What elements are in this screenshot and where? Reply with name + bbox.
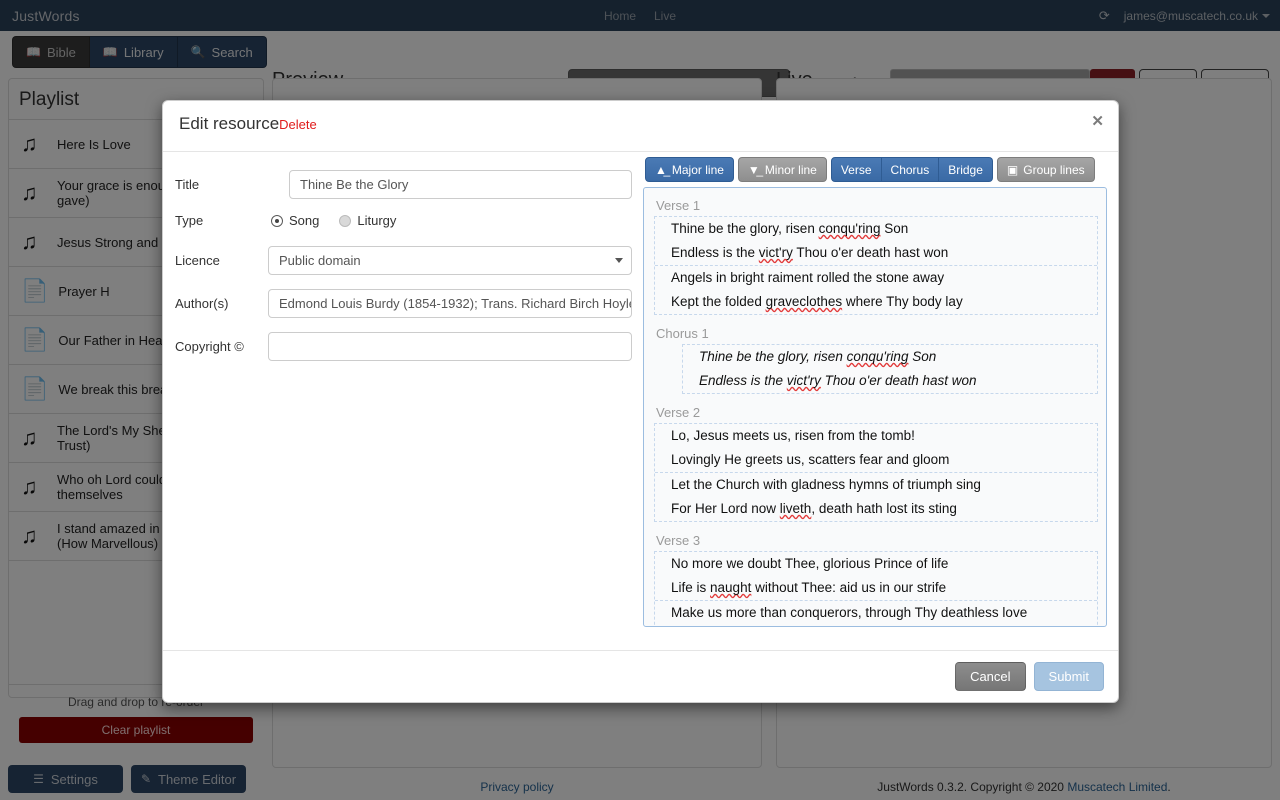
licence-select-value: Public domain	[279, 253, 361, 268]
group-lines-icon: ▣	[1006, 162, 1019, 177]
lyric-line[interactable]: Angels in bright raiment rolled the ston…	[655, 266, 1097, 290]
lyric-editor: ▲̲ Major line ▼̲ Minor line Verse Chorus…	[643, 152, 1109, 627]
chorus-button[interactable]: Chorus	[881, 157, 940, 182]
lyric-line[interactable]: Thine be the glory, risen conqu'ring Son	[683, 345, 1097, 369]
lyric-line[interactable]: Endless is the vict'ry Thou o'er death h…	[655, 241, 1097, 265]
author-input[interactable]: Edmond Louis Burdy (1854-1932); Trans. R…	[268, 289, 632, 318]
group-lines-label: Group lines	[1023, 162, 1085, 177]
lyric-line[interactable]: Make us more than conquerors, through Th…	[655, 601, 1097, 625]
line-group[interactable]: Lo, Jesus meets us, risen from the tomb!…	[655, 424, 1097, 473]
lyric-line[interactable]: For Her Lord now liveth, death hath lost…	[655, 497, 1097, 521]
bridge-button[interactable]: Bridge	[939, 157, 993, 182]
licence-row: Licence Public domain	[163, 246, 643, 275]
modal-body: Title Thine Be the Glory Type Song Litur…	[163, 152, 1118, 652]
licence-select[interactable]: Public domain	[268, 246, 632, 275]
lyric-line[interactable]: Life is naught without Thee: aid us in o…	[655, 576, 1097, 600]
verse-button[interactable]: Verse	[830, 157, 882, 182]
type-label: Type	[175, 213, 204, 228]
author-label: Author(s)	[175, 296, 229, 311]
lyric-line[interactable]: Endless is the vict'ry Thou o'er death h…	[683, 369, 1097, 393]
radio-liturgy-label: Liturgy	[357, 213, 397, 228]
lyric-line[interactable]: Lovingly He greets us, scatters fear and…	[655, 448, 1097, 472]
section-block[interactable]: Thine be the glory, risen conqu'ring Son…	[682, 344, 1098, 394]
type-row: Type Song Liturgy	[163, 213, 643, 228]
lyric-section: Verse 2 Lo, Jesus meets us, risen from t…	[654, 405, 1098, 522]
arrow-down-to-line-icon: ▼̲	[747, 162, 760, 177]
lyric-section: Verse 3 No more we doubt Thee, glorious …	[654, 533, 1098, 626]
section-label: Verse 3	[656, 533, 701, 548]
type-radio-group: Song Liturgy	[271, 213, 408, 228]
group-lines-button[interactable]: ▣ Group lines	[996, 157, 1095, 182]
section-label: Verse 2	[656, 405, 701, 420]
major-line-label: Major line	[671, 162, 724, 177]
edit-resource-modal: Edit resourceDelete ✕ Title Thine Be the…	[162, 100, 1119, 703]
close-icon[interactable]: ✕	[1091, 114, 1104, 129]
licence-label: Licence	[175, 253, 220, 268]
line-group[interactable]: Angels in bright raiment rolled the ston…	[655, 266, 1097, 314]
resource-form: Title Thine Be the Glory Type Song Litur…	[163, 152, 643, 375]
minor-line-button[interactable]: ▼̲ Minor line	[737, 157, 827, 182]
radio-song-input[interactable]	[271, 214, 283, 227]
chevron-down-icon	[615, 258, 623, 263]
copyright-label: Copyright ©	[175, 339, 244, 354]
section-label: Chorus 1	[656, 326, 709, 341]
delete-link[interactable]: Delete	[279, 117, 317, 132]
minor-line-label: Minor line	[764, 162, 817, 177]
author-row: Author(s) Edmond Louis Burdy (1854-1932)…	[163, 289, 643, 318]
line-group[interactable]: Thine be the glory, risen conqu'ring Son…	[683, 345, 1097, 393]
line-group[interactable]: Thine be the glory, risen conqu'ring Son…	[655, 217, 1097, 266]
lyric-content[interactable]: Verse 1 Thine be the glory, risen conqu'…	[643, 187, 1107, 627]
radio-liturgy[interactable]: Liturgy	[339, 213, 396, 228]
copyright-row: Copyright ©	[163, 332, 643, 361]
line-group[interactable]: Let the Church with gladness hymns of tr…	[655, 473, 1097, 521]
cancel-button[interactable]: Cancel	[955, 662, 1026, 691]
section-block[interactable]: No more we doubt Thee, glorious Prince o…	[654, 551, 1098, 626]
lyric-toolbar: ▲̲ Major line ▼̲ Minor line Verse Chorus…	[643, 157, 1109, 182]
line-group[interactable]: No more we doubt Thee, glorious Prince o…	[655, 552, 1097, 601]
line-group[interactable]: Make us more than conquerors, through Th…	[655, 601, 1097, 626]
title-label: Title	[175, 177, 200, 192]
section-block[interactable]: Thine be the glory, risen conqu'ring Son…	[654, 216, 1098, 315]
submit-button[interactable]: Submit	[1033, 662, 1104, 691]
radio-song-label: Song	[289, 213, 320, 228]
modal-footer: Cancel Submit	[163, 650, 1118, 702]
lyric-section: Verse 1 Thine be the glory, risen conqu'…	[654, 198, 1098, 315]
lyric-section: Chorus 1 Thine be the glory, risen conqu…	[654, 326, 1098, 394]
section-label: Verse 1	[656, 198, 701, 213]
modal-header: Edit resourceDelete ✕	[163, 101, 1118, 152]
title-row: Title Thine Be the Glory	[163, 170, 643, 199]
lyric-line[interactable]: Let the Church with gladness hymns of tr…	[655, 473, 1097, 497]
radio-song[interactable]: Song	[271, 213, 319, 228]
section-button-group: Verse Chorus Bridge	[830, 157, 993, 182]
title-input[interactable]: Thine Be the Glory	[289, 170, 632, 199]
radio-liturgy-input[interactable]	[339, 214, 352, 227]
section-block[interactable]: Lo, Jesus meets us, risen from the tomb!…	[654, 423, 1098, 522]
lyric-line[interactable]: Thine be the glory, risen conqu'ring Son	[655, 217, 1097, 241]
lyric-line[interactable]: Kept the folded graveclothes where Thy b…	[655, 290, 1097, 314]
arrow-up-to-line-icon: ▲̲	[655, 162, 667, 177]
copyright-input[interactable]	[268, 332, 632, 361]
lyric-line[interactable]: Lo, Jesus meets us, risen from the tomb!	[655, 424, 1097, 448]
major-line-button[interactable]: ▲̲ Major line	[645, 157, 734, 182]
modal-title: Edit resource	[179, 114, 280, 133]
lyric-line[interactable]: No more we doubt Thee, glorious Prince o…	[655, 552, 1097, 576]
lyric-line[interactable]: Lead us in Thy triumph to Thy home above	[655, 625, 1097, 626]
